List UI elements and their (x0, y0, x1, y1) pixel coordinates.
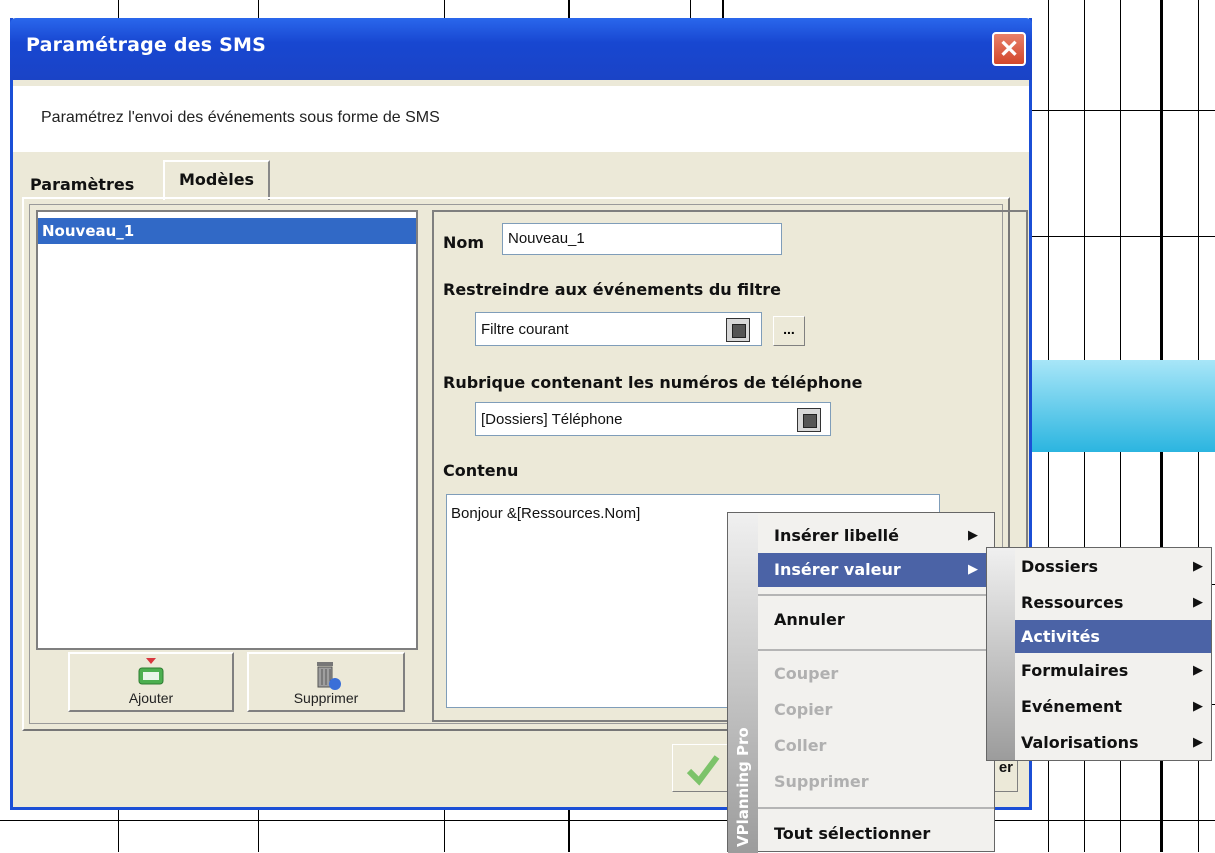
tab-parametres[interactable]: Paramètres (22, 170, 142, 200)
menu-item-couper[interactable]: Couper (758, 657, 986, 691)
phone-field-select[interactable]: [Dossiers] Téléphone (475, 402, 831, 436)
ok-button[interactable] (672, 744, 732, 792)
delete-button[interactable]: Supprimer (247, 652, 405, 712)
context-menu-brand-strip: VPlanning Pro (728, 513, 758, 853)
menu-item-inserer-valeur[interactable]: Insérer valeur ▶ (758, 553, 986, 587)
filter-select[interactable]: Filtre courant (475, 312, 762, 346)
name-label: Nom (443, 233, 485, 252)
menu-item-inserer-libelle[interactable]: Insérer libellé ▶ (758, 519, 986, 553)
menu-separator (758, 649, 994, 651)
submenu-item-ressources[interactable]: Ressources ▶ (1015, 586, 1211, 619)
menu-item-annuler[interactable]: Annuler (758, 603, 986, 637)
chevron-right-icon: ▶ (1193, 663, 1203, 678)
name-input[interactable]: Nouveau_1 (502, 223, 782, 255)
filter-dropdown-icon[interactable] (726, 318, 750, 342)
submenu-side-strip (987, 548, 1015, 760)
menu-separator (758, 594, 994, 596)
tab-modeles[interactable]: Modèles (163, 160, 271, 200)
chevron-right-icon: ▶ (1193, 699, 1203, 714)
delete-button-label: Supprimer (293, 690, 359, 706)
header-panel: Paramétrez l'envoi des événements sous f… (13, 86, 1029, 152)
menu-item-tout-selectionner[interactable]: Tout sélectionner (758, 817, 986, 851)
close-icon: ✕ (998, 36, 1020, 63)
template-list[interactable]: Nouveau_1 (36, 210, 418, 650)
chevron-right-icon: ▶ (968, 528, 978, 543)
add-icon (138, 658, 164, 685)
close-button[interactable]: ✕ (992, 32, 1026, 66)
chevron-right-icon: ▶ (968, 562, 978, 577)
filter-browse-button[interactable]: ... (773, 316, 805, 346)
menu-item-supprimer[interactable]: Supprimer (758, 765, 986, 799)
chevron-right-icon: ▶ (1193, 595, 1203, 610)
add-button-label: Ajouter (128, 690, 174, 706)
planning-bar (1030, 360, 1215, 452)
title-bar[interactable]: Paramétrage des SMS ✕ (10, 18, 1032, 80)
brand-label: VPlanning Pro (734, 727, 752, 847)
submenu-item-formulaires[interactable]: Formulaires ▶ (1015, 654, 1211, 687)
submenu-item-activites[interactable]: Activités (1015, 620, 1211, 653)
checkmark-icon (686, 755, 720, 786)
submenu-item-valorisations[interactable]: Valorisations ▶ (1015, 726, 1211, 759)
list-item[interactable]: Nouveau_1 (38, 218, 416, 244)
insert-value-submenu: Dossiers ▶ Ressources ▶ Activités Formul… (986, 547, 1212, 761)
add-button[interactable]: Ajouter (68, 652, 234, 712)
submenu-item-dossiers[interactable]: Dossiers ▶ (1015, 550, 1211, 583)
context-menu: VPlanning Pro Insérer libellé ▶ Insérer … (727, 512, 995, 853)
header-description: Paramétrez l'envoi des événements sous f… (41, 109, 440, 126)
menu-item-copier[interactable]: Copier (758, 693, 986, 727)
menu-item-coller[interactable]: Coller (758, 729, 986, 763)
menu-separator (758, 807, 994, 809)
window-title: Paramétrage des SMS (26, 34, 266, 56)
chevron-right-icon: ▶ (1193, 735, 1203, 750)
phone-dropdown-icon[interactable] (797, 408, 821, 432)
content-label: Contenu (443, 461, 519, 480)
trash-icon (317, 662, 341, 690)
chevron-right-icon: ▶ (1193, 559, 1203, 574)
filter-label: Restreindre aux événements du filtre (443, 280, 781, 299)
submenu-item-evenement[interactable]: Evénement ▶ (1015, 690, 1211, 723)
phone-field-label: Rubrique contenant les numéros de téléph… (443, 373, 863, 392)
